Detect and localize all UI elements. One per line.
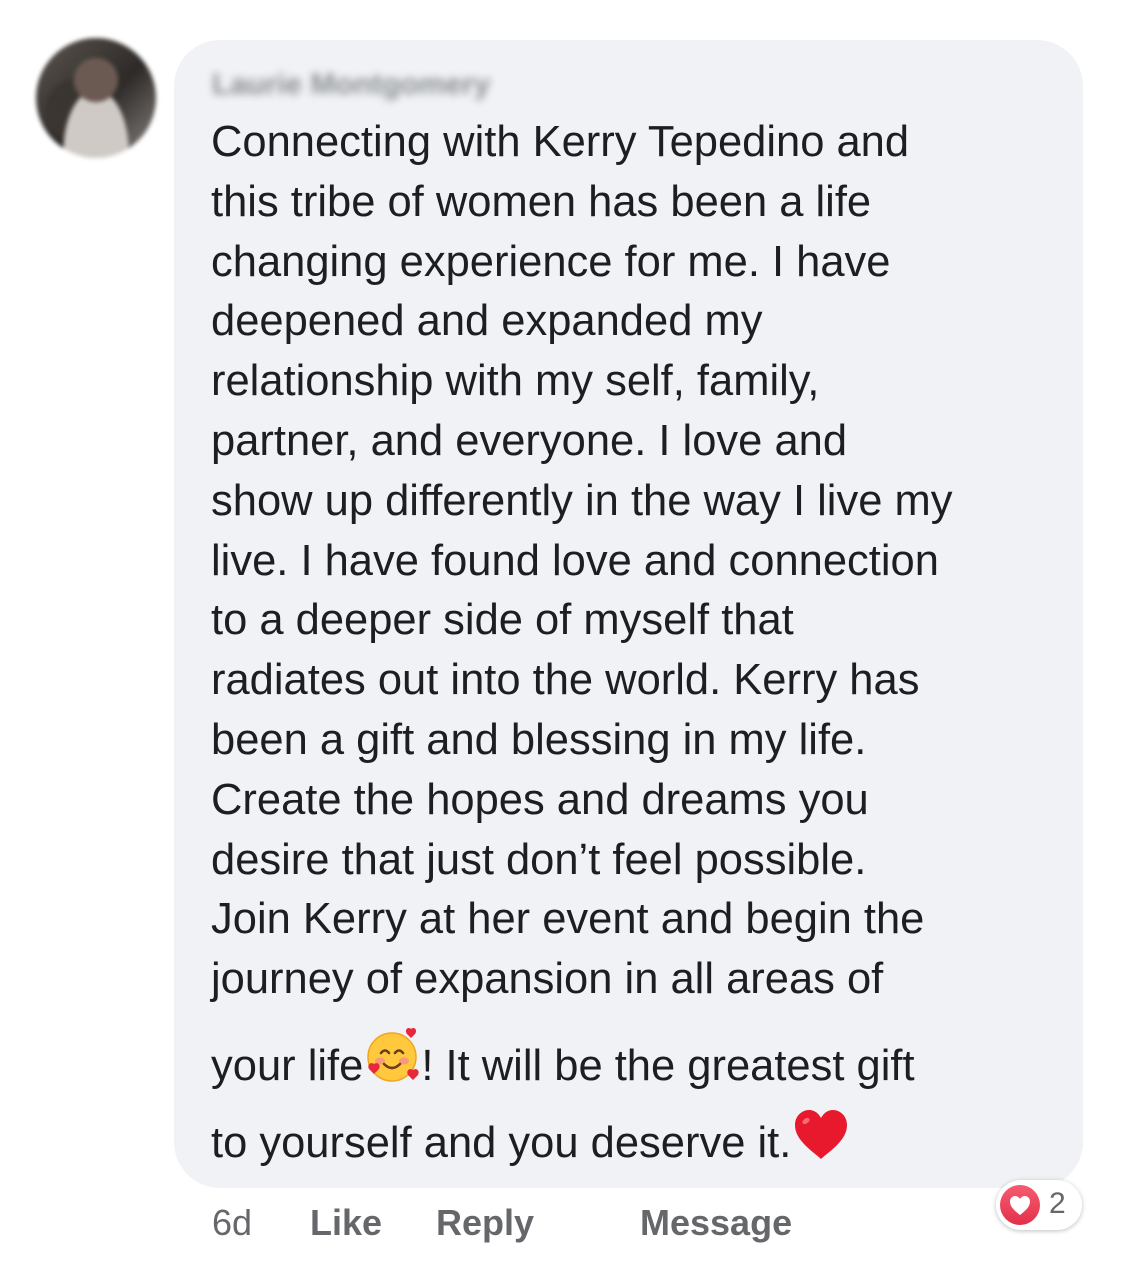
comment-line: been a gift and blessing in my life. bbox=[211, 715, 867, 764]
avatar[interactable] bbox=[36, 38, 156, 158]
comment-line: show up differently in the way I live my bbox=[211, 476, 953, 525]
comment-line: to a deeper side of myself that bbox=[211, 596, 794, 645]
comment-line-part: to yourself and you deserve it. bbox=[211, 1118, 792, 1167]
reaction-count: 2 bbox=[1049, 1187, 1066, 1220]
smiling-face-with-hearts-icon bbox=[363, 1027, 421, 1103]
comment-author-name[interactable]: Laurie Montgomery bbox=[212, 68, 490, 102]
comment-text: Connecting with Kerry Tepedino and this … bbox=[211, 113, 1071, 1168]
comment-line: changing experience for me. I have bbox=[211, 237, 891, 286]
comment-line: live. I have found love and connection bbox=[211, 536, 939, 585]
comment-line: journey of expansion in all areas of bbox=[211, 955, 884, 1004]
comment-line: radiates out into the world. Kerry has bbox=[211, 656, 920, 705]
comment-line-with-emoji: your life ! It will be the greatest gift bbox=[211, 1010, 1071, 1090]
reaction-summary[interactable]: 2 bbox=[996, 1180, 1082, 1230]
reply-button[interactable]: Reply bbox=[436, 1202, 534, 1244]
comment-line-part: your life bbox=[211, 1041, 364, 1090]
comment-line: desire that just don’t feel possible. bbox=[211, 835, 867, 884]
comment-line: Create the hopes and dreams you bbox=[211, 775, 869, 824]
comment-timestamp[interactable]: 6d bbox=[212, 1202, 252, 1244]
love-reaction-icon bbox=[1000, 1185, 1040, 1225]
comment-line: deepened and expanded my bbox=[211, 297, 763, 346]
comment-line: this tribe of women has been a life bbox=[211, 177, 872, 226]
comment-line: partner, and everyone. I love and bbox=[211, 416, 848, 465]
comment-line: Join Kerry at her event and begin the bbox=[211, 895, 925, 944]
red-heart-icon bbox=[791, 1107, 851, 1180]
comment-actions: 6d Like Reply Message bbox=[0, 1198, 1125, 1246]
comment-line-part: ! It will be the greatest gift bbox=[421, 1041, 915, 1090]
comment-line: Connecting with Kerry Tepedino and bbox=[211, 118, 910, 166]
comment-line: relationship with my self, family, bbox=[211, 357, 820, 406]
message-button[interactable]: Message bbox=[640, 1202, 792, 1244]
like-button[interactable]: Like bbox=[310, 1202, 382, 1244]
